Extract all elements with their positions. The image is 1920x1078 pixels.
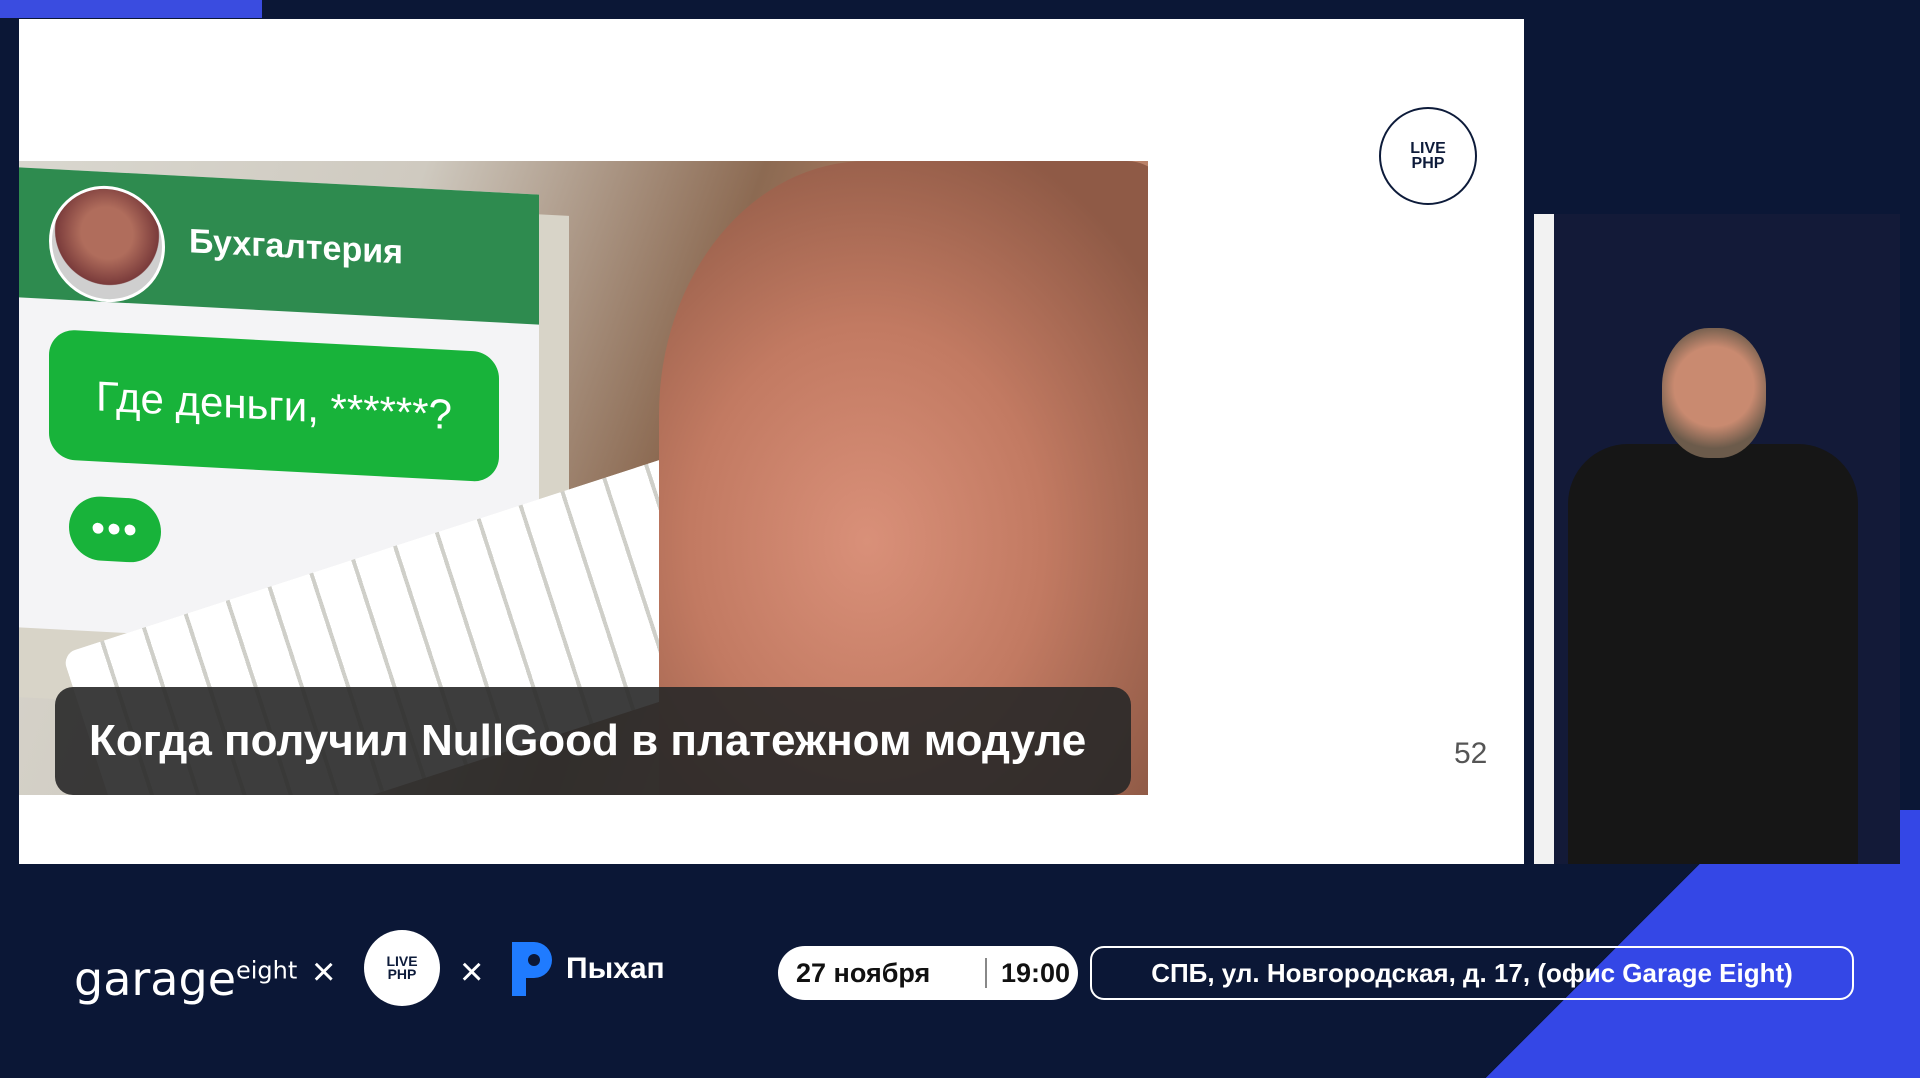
pykhap-label: Пыхап xyxy=(566,952,665,985)
event-date: 27 ноября xyxy=(796,957,931,988)
live-php-small-line2: PHP xyxy=(387,966,417,982)
speaker-camera-feed xyxy=(1534,214,1900,864)
live-php-logo-line1: LIVE xyxy=(1410,140,1446,157)
meme-caption: Когда получил NullGood в платежном модул… xyxy=(55,687,1131,795)
pykhap-logo-icon xyxy=(512,942,552,996)
live-php-logo-small: LIVE PHP xyxy=(364,930,440,1006)
speaker-head xyxy=(1662,328,1766,458)
event-info-bar: garageeight × LIVE PHP × Пыхап 27 ноября… xyxy=(0,930,1920,1010)
chat-message-bubble: Где деньги, ******? xyxy=(49,328,499,483)
chat-title: Бухгалтерия xyxy=(189,222,403,272)
meme-image: Бухгалтерия Где деньги, ******? ••• Когд… xyxy=(19,161,1148,795)
date-separator xyxy=(985,958,987,988)
event-address: СПБ, ул. Новгородская, д. 17, (офис Gara… xyxy=(1090,946,1854,1000)
slide-page-number: 52 xyxy=(1454,737,1488,770)
garage-logo-text: garage xyxy=(74,952,236,1006)
live-php-logo: LIVE PHP xyxy=(1379,107,1477,205)
times-icon: × xyxy=(312,950,336,994)
speaker-body xyxy=(1568,444,1858,864)
event-date-pill: 27 ноября 19:00 xyxy=(778,946,1078,1000)
camera-light-strip xyxy=(1534,214,1554,864)
times-icon-2: × xyxy=(460,950,484,994)
chat-header: Бухгалтерия xyxy=(19,167,539,325)
presentation-slide: LIVE PHP Бухгалтерия Где деньги, ******?… xyxy=(19,19,1524,864)
event-time: 19:00 xyxy=(1001,957,1071,988)
typing-indicator-icon: ••• xyxy=(69,494,161,564)
garage-eight-logo: garageeight xyxy=(74,952,297,1006)
avatar xyxy=(49,182,165,306)
garage-logo-sup: eight xyxy=(236,956,298,985)
live-php-logo-line2: PHP xyxy=(1411,155,1445,172)
decorative-corner-top-left xyxy=(0,0,262,18)
